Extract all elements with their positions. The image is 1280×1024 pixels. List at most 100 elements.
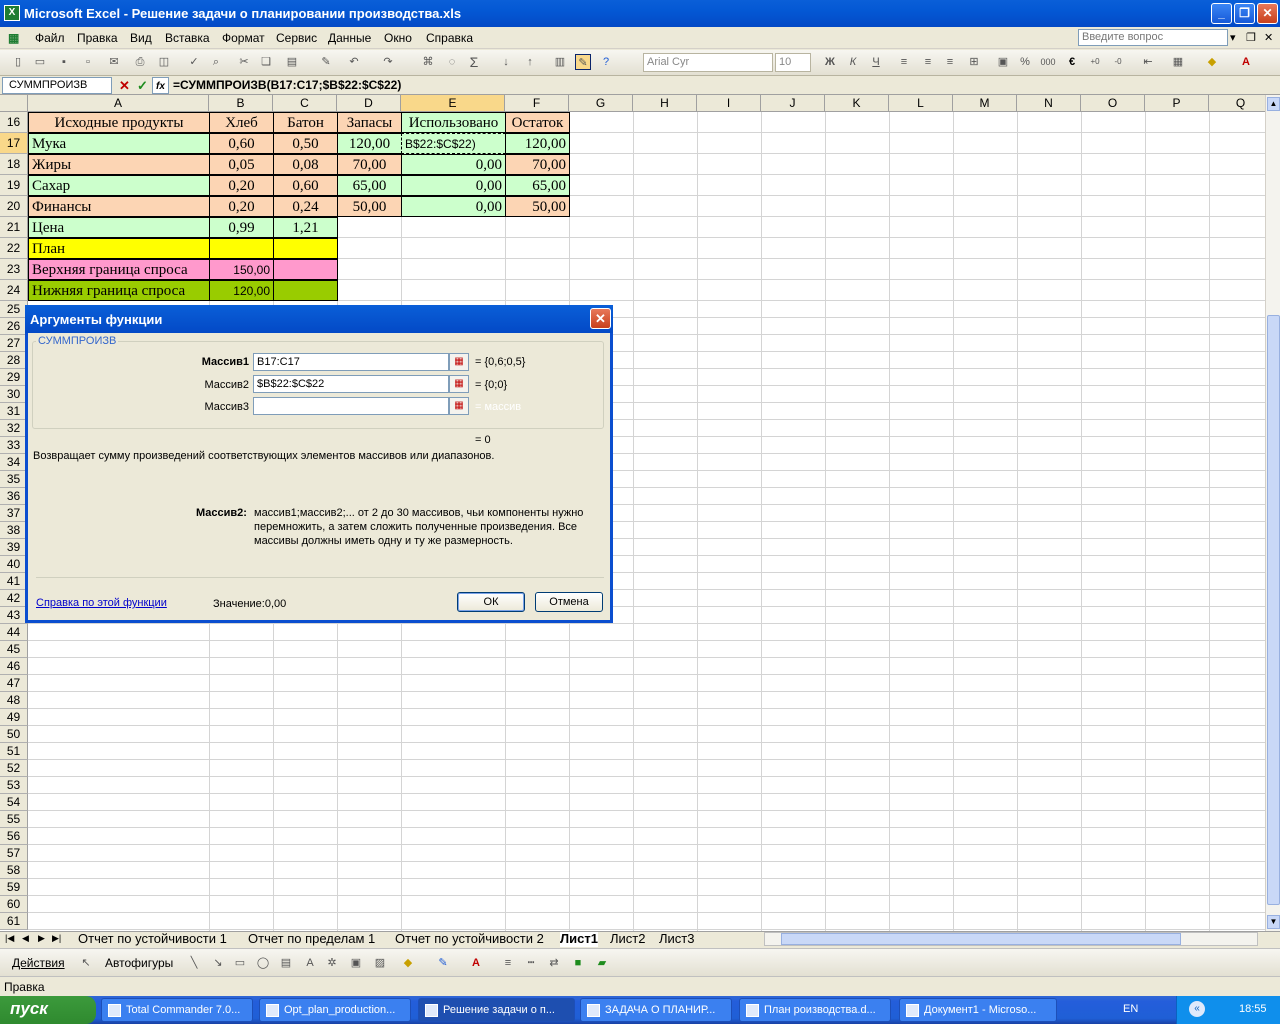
row-header[interactable]: 46 (0, 658, 28, 675)
column-header-k[interactable]: K (825, 95, 889, 112)
cell-a17[interactable]: Мука (28, 133, 210, 154)
scroll-down-icon[interactable]: ▼ (1267, 915, 1280, 929)
save-icon[interactable]: ▪ (56, 54, 72, 70)
menu-help[interactable]: Справка (426, 31, 473, 45)
last-sheet-icon[interactable]: ▶| (52, 933, 61, 944)
cell-a23[interactable]: Верхняя граница спроса (28, 259, 210, 280)
row-header[interactable]: 32 (0, 420, 28, 437)
print-preview-icon[interactable]: ◫ (156, 54, 172, 70)
row-header[interactable]: 27 (0, 335, 28, 352)
percent-button[interactable]: % (1017, 54, 1033, 70)
font-color-icon[interactable]: A (1238, 54, 1254, 70)
cell-d19[interactable]: 65,00 (337, 175, 402, 196)
tab-sensitivity-1[interactable]: Отчет по устойчивости 1 (78, 932, 227, 947)
fill-color-draw-icon[interactable]: ◆ (400, 955, 416, 971)
cell-b20[interactable]: 0,20 (209, 196, 274, 217)
ask-question-input[interactable]: Введите вопрос (1078, 29, 1228, 46)
row-header[interactable]: 35 (0, 471, 28, 488)
font-size-select[interactable]: 10 (775, 53, 811, 72)
menu-file[interactable]: Файл (35, 31, 65, 45)
cut-icon[interactable]: ✂ (236, 54, 252, 70)
decrease-indent-icon[interactable]: ⇤ (1140, 54, 1156, 70)
cell-b24[interactable]: 120,00 (209, 280, 274, 301)
line-icon[interactable]: ╲ (186, 955, 202, 971)
arrow-icon[interactable]: ↘ (210, 955, 226, 971)
cell-b23[interactable]: 150,00 (209, 259, 274, 280)
row-header[interactable]: 33 (0, 437, 28, 454)
menu-view[interactable]: Вид (130, 31, 152, 45)
name-box[interactable]: СУММПРОИЗВ (2, 77, 112, 94)
cell-c18[interactable]: 0,08 (273, 154, 338, 175)
borders-icon[interactable]: ▦ (1170, 54, 1186, 70)
row-header[interactable]: 52 (0, 760, 28, 777)
row-header[interactable]: 42 (0, 590, 28, 607)
row-header[interactable]: 50 (0, 726, 28, 743)
task-opt-plan[interactable]: Opt_plan_production... (259, 998, 411, 1022)
cancel-formula-icon[interactable]: ✕ (116, 77, 133, 94)
row-header[interactable]: 61 (0, 913, 28, 930)
cell-e16[interactable]: Использовано (401, 112, 506, 133)
sum-icon[interactable]: Σ (466, 54, 482, 70)
language-indicator[interactable]: EN (1123, 1003, 1138, 1015)
row-header[interactable]: 47 (0, 675, 28, 692)
fill-color-icon[interactable]: ◆ (1204, 54, 1220, 70)
cell-c21[interactable]: 1,21 (273, 217, 338, 238)
paste-icon[interactable]: ▤ (284, 54, 300, 70)
doc-restore-icon[interactable]: ❐ (1246, 31, 1256, 44)
cell-c24[interactable] (273, 280, 338, 301)
cell-e17-editing[interactable]: B$22:$C$22) (401, 133, 506, 154)
menu-edit[interactable]: Правка (77, 31, 118, 45)
diagram-icon[interactable]: ✲ (324, 955, 340, 971)
task-word-3[interactable]: Документ1 - Microso... (899, 998, 1057, 1022)
textbox-icon[interactable]: ▤ (278, 955, 294, 971)
comma-style-button[interactable]: 000 (1040, 54, 1056, 70)
row-header[interactable]: 25 (0, 301, 28, 318)
cell-b17[interactable]: 0,60 (209, 133, 274, 154)
italic-button[interactable]: К (845, 54, 861, 70)
chart-wizard-icon[interactable]: ▥ (552, 54, 568, 70)
cell-c17[interactable]: 0,50 (273, 133, 338, 154)
cell-a16[interactable]: Исходные продукты (28, 112, 210, 133)
task-total-commander[interactable]: Total Commander 7.0... (101, 998, 253, 1022)
ok-button[interactable]: ОК (457, 592, 525, 612)
row-header[interactable]: 22 (0, 238, 28, 259)
row-header[interactable]: 28 (0, 352, 28, 369)
cell-f18[interactable]: 70,00 (505, 154, 570, 175)
rectangle-icon[interactable]: ▭ (232, 955, 248, 971)
cell-b16[interactable]: Хлеб (209, 112, 274, 133)
close-button[interactable]: ✕ (1257, 3, 1278, 24)
row-header[interactable]: 55 (0, 811, 28, 828)
cell-a22[interactable]: План (28, 238, 210, 259)
menu-data[interactable]: Данные (328, 31, 371, 45)
row-header[interactable]: 40 (0, 556, 28, 573)
row-header[interactable]: 16 (0, 112, 28, 133)
open-icon[interactable]: ▭ (32, 54, 48, 70)
task-excel-active[interactable]: Решение задачи о п... (418, 998, 575, 1022)
column-header-h[interactable]: H (633, 95, 697, 112)
row-header[interactable]: 54 (0, 794, 28, 811)
next-sheet-icon[interactable]: ▶ (38, 933, 45, 944)
line-style-icon[interactable]: ≡ (500, 955, 516, 971)
start-button[interactable]: пуск (0, 996, 96, 1024)
bold-button[interactable]: Ж (822, 54, 838, 70)
arg2-collapse-icon[interactable]: ▦ (449, 375, 469, 393)
document-icon[interactable]: ▦ (8, 31, 19, 45)
drawing-icon[interactable]: ✎ (575, 54, 591, 70)
row-header[interactable]: 45 (0, 641, 28, 658)
select-all-corner[interactable] (0, 95, 28, 112)
column-header-q[interactable]: Q (1209, 95, 1265, 112)
column-header-p[interactable]: P (1145, 95, 1209, 112)
sort-ascending-icon[interactable]: ↓ (498, 54, 514, 70)
column-header-o[interactable]: O (1081, 95, 1145, 112)
task-word-2[interactable]: План роизводства.d... (739, 998, 891, 1022)
cell-d17[interactable]: 120,00 (337, 133, 402, 154)
menu-format[interactable]: Формат (222, 31, 265, 45)
row-header[interactable]: 58 (0, 862, 28, 879)
scroll-up-icon[interactable]: ▲ (1267, 97, 1280, 111)
row-header[interactable]: 37 (0, 505, 28, 522)
increase-decimal-icon[interactable]: +0 (1087, 54, 1103, 70)
arg1-collapse-icon[interactable]: ▦ (449, 353, 469, 371)
sort-descending-icon[interactable]: ↑ (522, 54, 538, 70)
minimize-button[interactable]: _ (1211, 3, 1232, 24)
arg3-collapse-icon[interactable]: ▦ (449, 397, 469, 415)
